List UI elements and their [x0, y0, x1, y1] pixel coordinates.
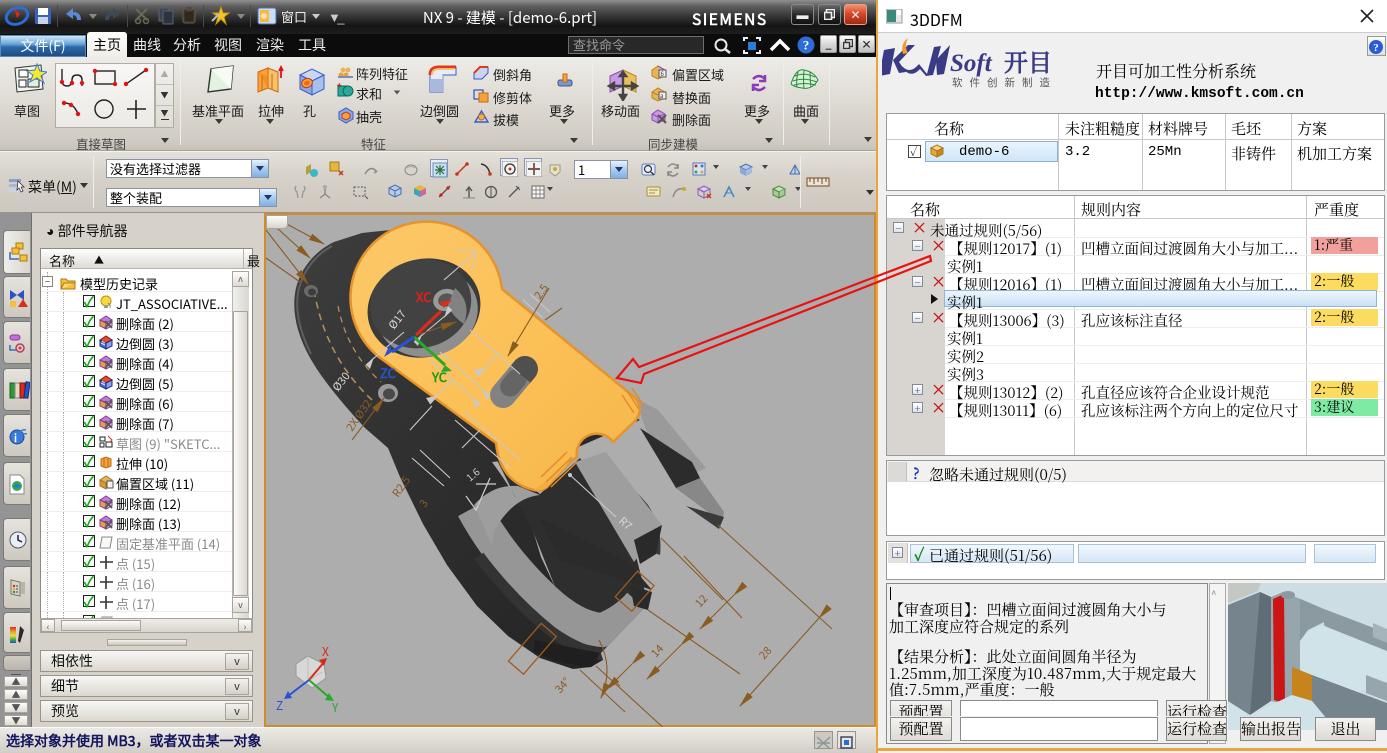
svg-text:14: 14 — [647, 641, 667, 661]
svg-text:12: 12 — [691, 591, 711, 611]
svg-text:Y: Y — [331, 699, 339, 716]
svg-text:28: 28 — [755, 643, 775, 663]
svg-text:ZC: ZC — [380, 363, 397, 382]
svg-text:Soft: Soft — [950, 50, 993, 77]
svg-text:+: + — [337, 82, 342, 91]
svg-text:?: ? — [803, 38, 810, 53]
svg-text:X: X — [322, 643, 329, 660]
svg-text:34°: 34° — [551, 674, 574, 697]
svg-text:a: a — [660, 91, 663, 100]
svg-text:XC: XC — [415, 287, 432, 306]
svg-text:?: ? — [1373, 42, 1379, 54]
svg-text:软件创新制造: 软件创新制造 — [952, 75, 1057, 90]
svg-text:2.5: 2.5 — [530, 281, 552, 303]
svg-text:开目: 开目 — [1004, 43, 1052, 78]
svg-text:YC: YC — [431, 367, 448, 386]
svg-text:i: i — [14, 430, 17, 446]
svg-text:Z: Z — [276, 697, 283, 714]
svg-text:7: 7 — [609, 675, 625, 690]
